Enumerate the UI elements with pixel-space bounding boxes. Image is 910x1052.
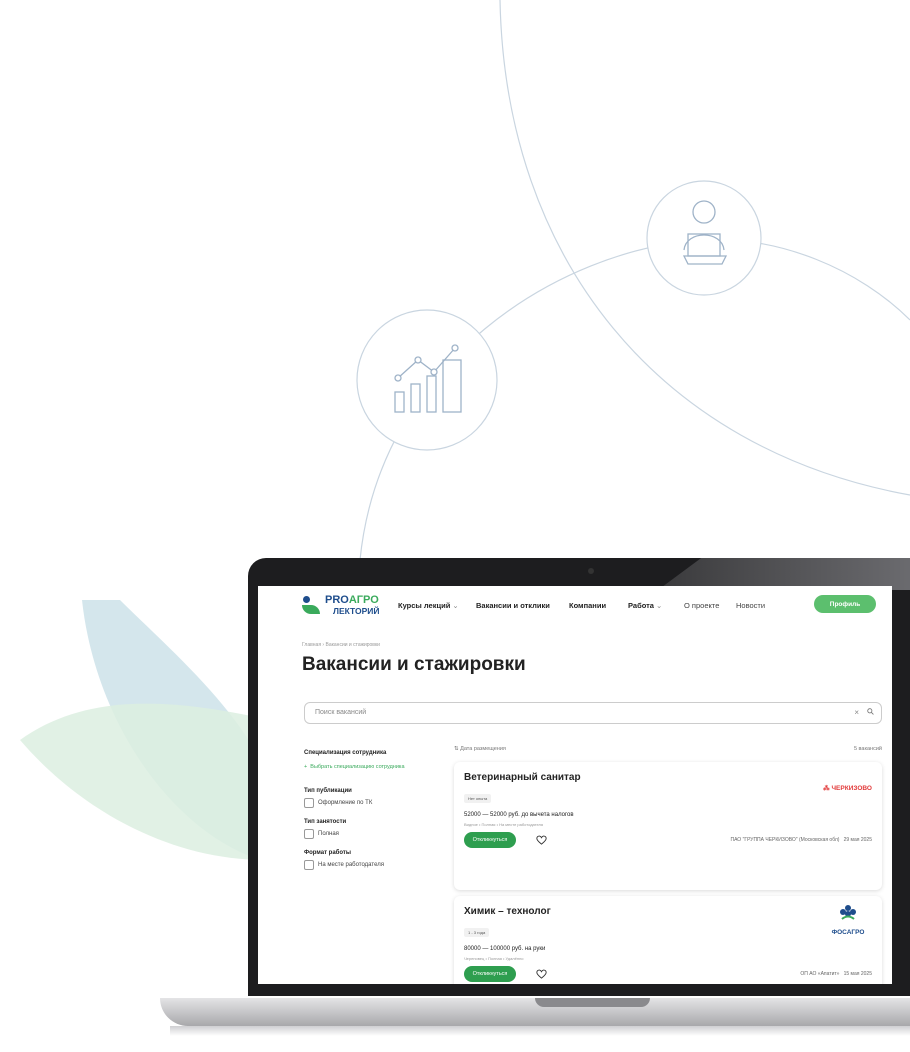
vacancy-company-date: ПАО "ГРУППА ЧЕРКИЗОВО" (Московская обл) … [730, 837, 872, 843]
vacancy-salary: 52000 — 52000 руб. до вычета налогов [464, 812, 574, 818]
laptop-base [160, 998, 910, 1026]
logo-mark-icon [302, 596, 322, 616]
cherkizovo-logo: ⁂ ЧЕРКИЗОВО [823, 785, 872, 792]
camera-icon [588, 568, 594, 574]
nav-item-about[interactable]: О проекте [684, 601, 719, 610]
nav-item-companies[interactable]: Компании [569, 601, 606, 610]
search-input[interactable]: Поиск вакансий × [304, 702, 882, 724]
sort-control[interactable]: ⇅ Дата размещения [454, 746, 506, 752]
chevron-down-icon: ⌄ [656, 601, 663, 610]
checkbox-format-onsite[interactable] [304, 860, 314, 870]
profile-button[interactable]: Профиль [814, 595, 876, 613]
vacancy-title[interactable]: Ветеринарный санитар [464, 772, 581, 783]
cherkizovo-logo-icon: ⁂ [823, 785, 830, 792]
search-icon[interactable] [867, 708, 874, 715]
checkbox-pub-tk[interactable] [304, 798, 314, 808]
checkbox-format-onsite-label: На месте работодателя [318, 862, 384, 868]
vacancy-meta: Череповец • Полная • Удалённо [464, 956, 524, 961]
laptop-screen: PROАГРО ЛЕКТОРИЙ Курсы лекций ⌄ Вакансии… [258, 586, 892, 984]
apply-button[interactable]: Откликнуться [464, 832, 516, 848]
clear-icon[interactable]: × [854, 708, 859, 717]
phosagro-flower-icon [840, 905, 856, 920]
filter-employment-title: Тип занятости [304, 819, 347, 825]
chevron-down-icon: ⌄ [452, 601, 459, 610]
vacancy-title[interactable]: Химик – технолог [464, 906, 551, 917]
experience-badge: Нет опыта [464, 794, 492, 803]
phosagro-logo: ФОСАГРО [826, 904, 870, 936]
search-placeholder: Поиск вакансий [315, 709, 367, 716]
filter-spec-title: Специализация сотрудника [304, 750, 387, 756]
filter-format-title: Формат работы [304, 850, 351, 856]
results-count: 5 вакансий [853, 746, 882, 752]
laptop-mockup: PROАГРО ЛЕКТОРИЙ Курсы лекций ⌄ Вакансии… [160, 558, 910, 1052]
add-specialization-link[interactable]: + Выбрать специализацию сотрудника [304, 764, 405, 770]
breadcrumb: Главная › Вакансии и стажировки [302, 642, 380, 648]
nav-item-vacancies[interactable]: Вакансии и отклики [476, 601, 550, 610]
page-title: Вакансии и стажировки [302, 654, 526, 675]
vacancy-company-date: ОП АО «Апатит» 15 мая 2025 [800, 971, 872, 977]
vacancy-card[interactable]: Химик – технолог 1 - 3 года 80000 — 1000… [454, 896, 882, 984]
top-navigation: PROАГРО ЛЕКТОРИЙ Курсы лекций ⌄ Вакансии… [258, 586, 892, 626]
checkbox-pub-tk-label: Оформление по ТК [318, 800, 373, 806]
nav-item-work[interactable]: Работа ⌄ [628, 601, 662, 610]
breadcrumb-current: Вакансии и стажировки [325, 642, 380, 648]
proagro-logo[interactable]: PROАГРО ЛЕКТОРИЙ [302, 594, 380, 620]
favorite-heart-icon[interactable] [536, 969, 547, 979]
vacancy-meta: Видное • Полная • На месте работодателя [464, 822, 544, 827]
vacancy-card[interactable]: Ветеринарный санитар Нет опыта 52000 — 5… [454, 762, 882, 890]
apply-button[interactable]: Откликнуться [464, 966, 516, 982]
nav-item-news[interactable]: Новости [736, 601, 765, 610]
favorite-heart-icon[interactable] [536, 835, 547, 845]
vacancy-salary: 80000 — 100000 руб. на руки [464, 946, 546, 952]
nav-item-courses[interactable]: Курсы лекций ⌄ [398, 601, 459, 610]
experience-badge: 1 - 3 года [464, 928, 490, 937]
filter-pub-title: Тип публикации [304, 788, 352, 794]
user-circle [646, 180, 762, 296]
sort-icon: ⇅ [454, 746, 459, 752]
plus-icon: + [304, 764, 308, 770]
checkbox-employment-full[interactable] [304, 829, 314, 839]
breadcrumb-home[interactable]: Главная [302, 642, 321, 648]
checkbox-employment-full-label: Полная [318, 831, 339, 837]
